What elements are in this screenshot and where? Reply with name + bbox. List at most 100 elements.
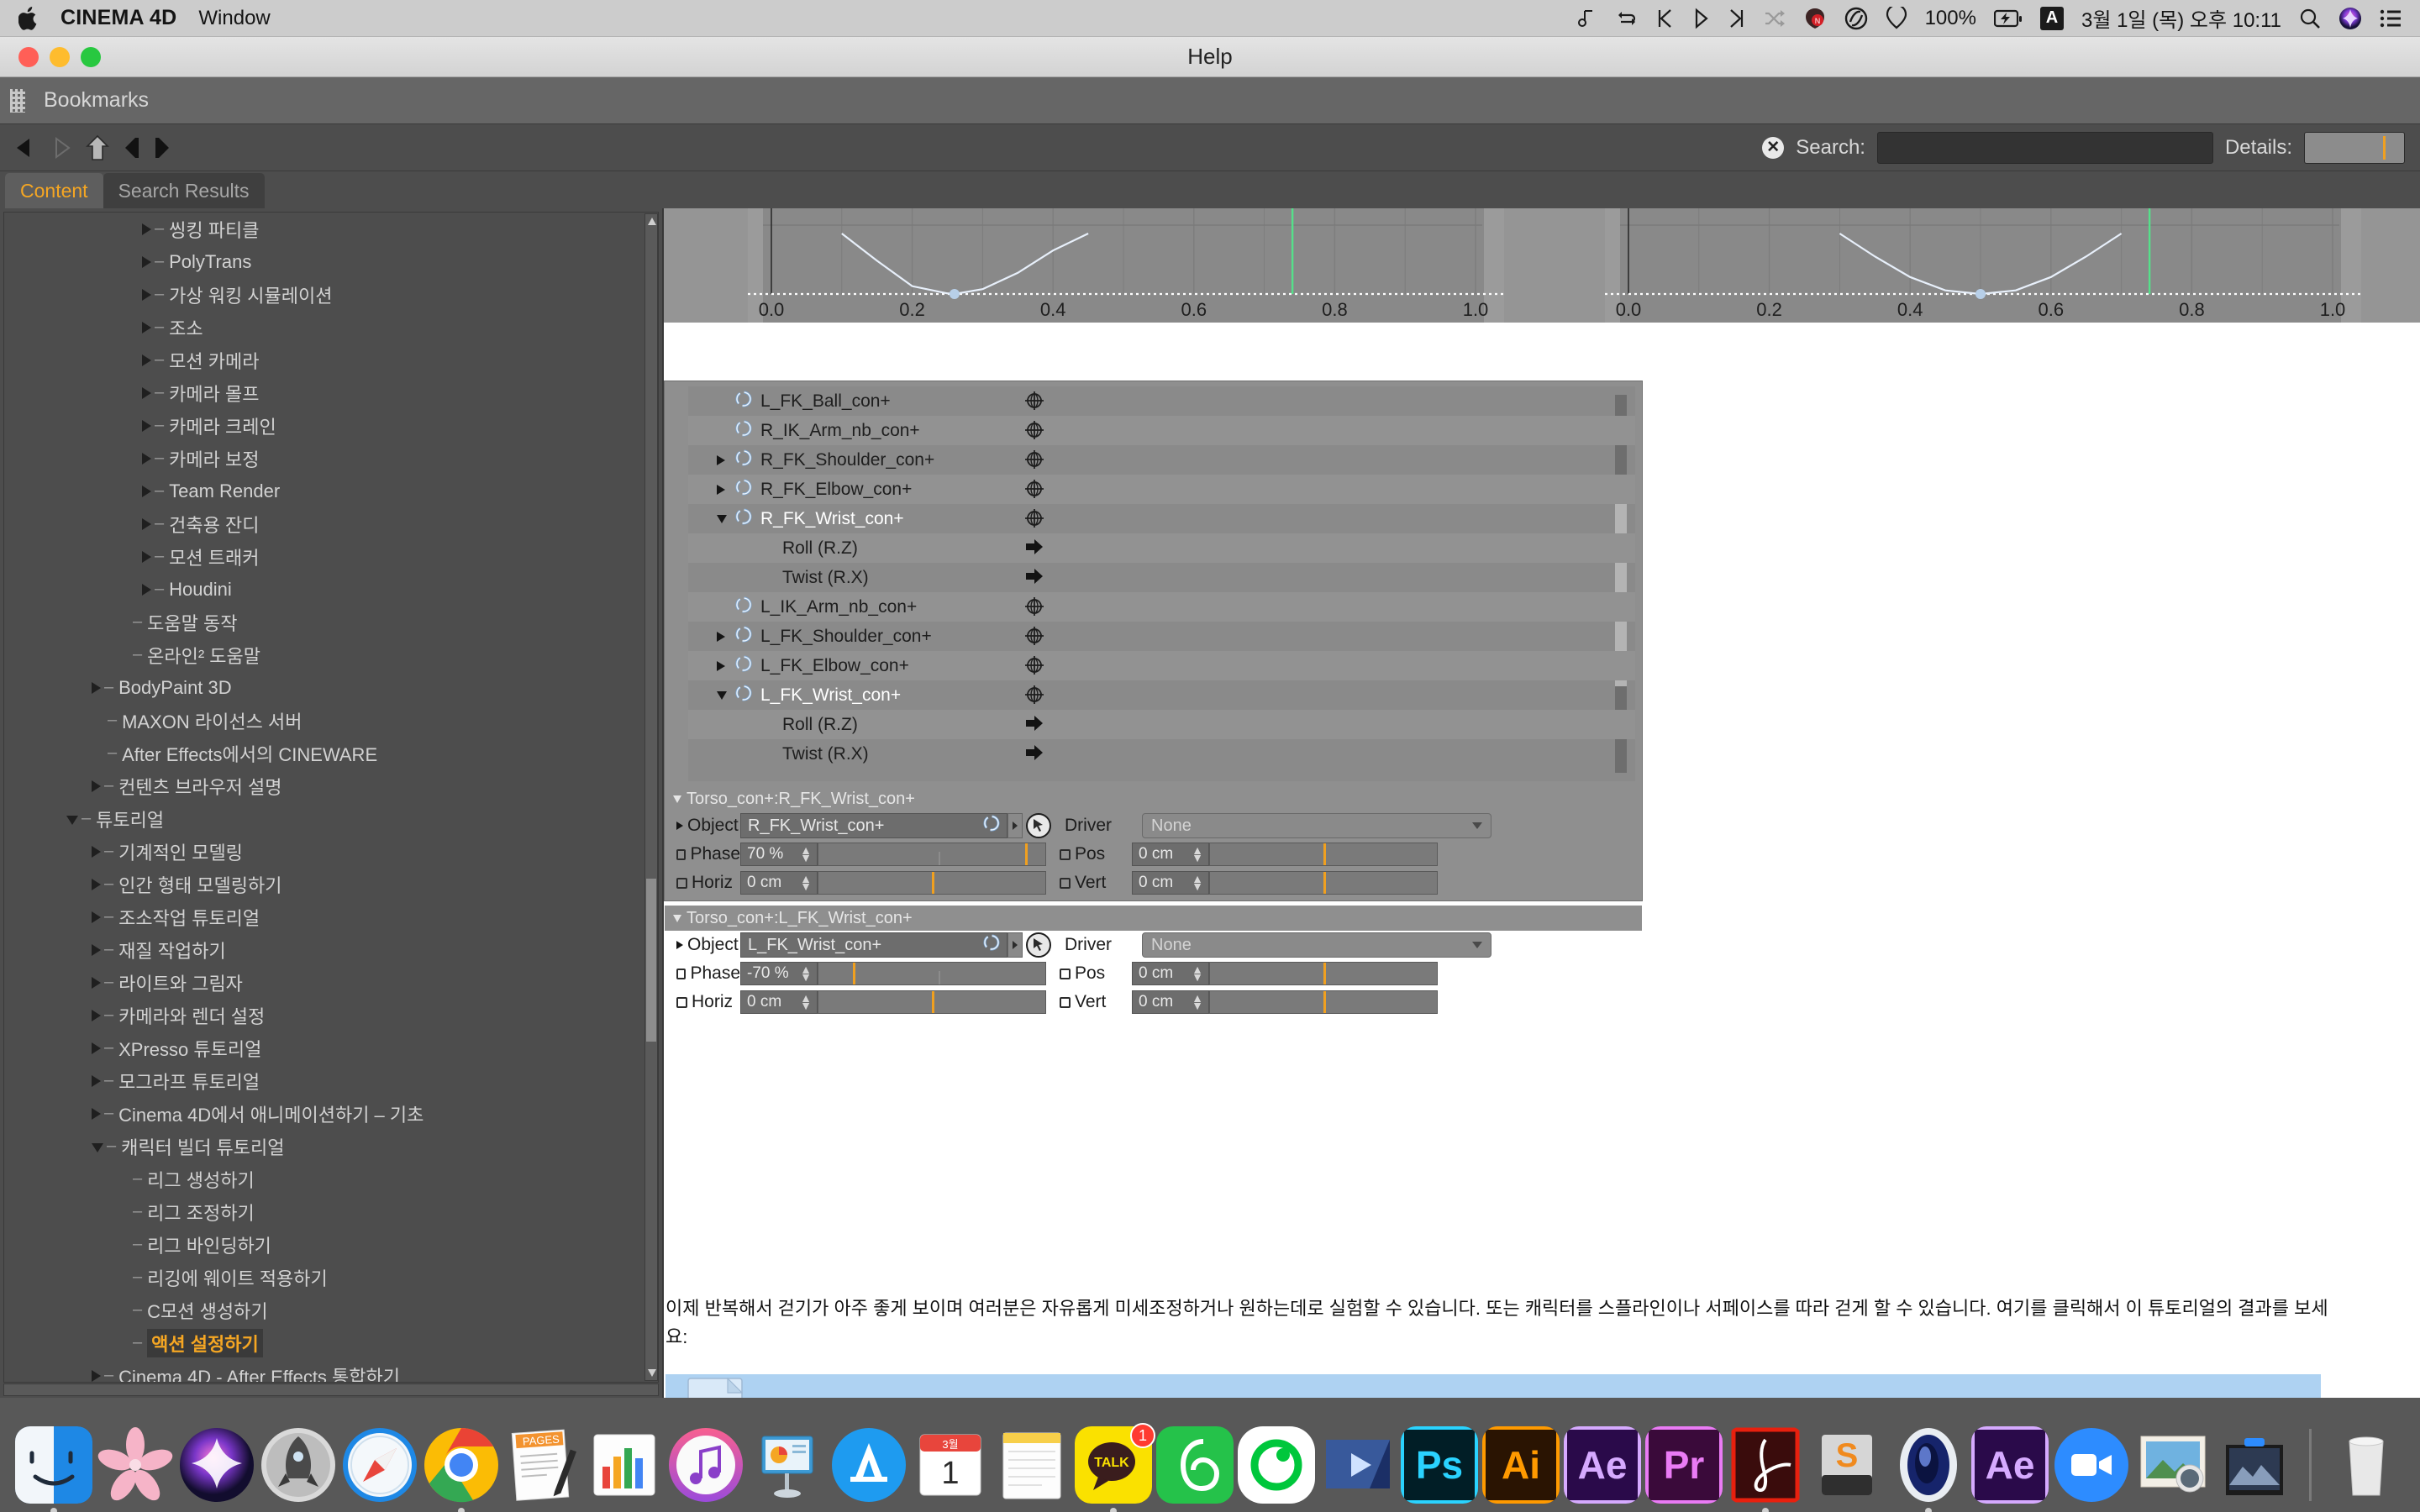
dock-item-safari[interactable] <box>341 1426 418 1504</box>
menubar-datetime[interactable]: 3월 1일 (목) 오후 10:11 <box>2081 3 2281 33</box>
sidebar-item-35[interactable]: – Cinema 4D - After Effects 통합하기 <box>4 1359 658 1382</box>
repeat-icon[interactable] <box>1616 8 1638 29</box>
vert-slider[interactable] <box>1209 990 1438 1014</box>
dock-item-illustrator[interactable]: Ai <box>1482 1426 1560 1504</box>
caret-right-icon[interactable] <box>92 1369 101 1382</box>
tab-content[interactable]: Content <box>5 173 103 208</box>
dock-item-premiere-pro[interactable]: Pr <box>1645 1426 1723 1504</box>
forward-arrow-icon[interactable] <box>49 135 74 160</box>
slider-handle[interactable] <box>1323 843 1326 865</box>
sidebar-item-19[interactable]: – 기계적인 모델링 <box>4 835 658 868</box>
dropbox-icon[interactable] <box>1886 6 1907 30</box>
apple-logo-icon[interactable] <box>18 6 39 30</box>
object-row-7[interactable]: L_IK_Arm_nb_con+ <box>688 592 1635 622</box>
caret-right-icon[interactable] <box>142 288 151 301</box>
skip-forward-icon[interactable] <box>1728 8 1746 29</box>
pick-object-button[interactable] <box>1026 932 1051 958</box>
axis-icon[interactable] <box>1024 626 1046 648</box>
sidebar-item-2[interactable]: – 가상 워킹 시뮬레이션 <box>4 278 658 311</box>
slider-handle[interactable] <box>932 991 934 1013</box>
object-row-4[interactable]: R_FK_Wrist_con+ <box>688 504 1635 533</box>
stepper-arrows-icon[interactable]: ▲ ▼ <box>1192 963 1203 983</box>
previous-page-icon[interactable] <box>121 135 141 160</box>
search-input[interactable] <box>1876 131 2213 164</box>
caret-right-icon[interactable] <box>92 943 101 956</box>
sidebar-item-11[interactable]: – Houdini <box>4 573 658 606</box>
sidebar-item-27[interactable]: – Cinema 4D에서 애니메이션하기 – 기초 <box>4 1097 658 1130</box>
dock-item-sakura-app[interactable] <box>97 1426 174 1504</box>
stepper-arrows-icon[interactable]: ▲ ▼ <box>800 844 812 864</box>
sidebar-item-14[interactable]: – BodyPaint 3D <box>4 671 658 704</box>
caret-right-icon[interactable] <box>92 1009 101 1021</box>
dock-item-trash[interactable] <box>2328 1426 2405 1504</box>
phase-slider[interactable] <box>818 962 1046 985</box>
horiz-slider[interactable] <box>818 871 1046 895</box>
dock-item-keynote[interactable] <box>749 1426 826 1504</box>
dock-item-finder[interactable] <box>15 1426 92 1512</box>
object-row-3[interactable]: R_FK_Elbow_con+ <box>688 475 1635 504</box>
notification-center-icon[interactable] <box>2380 9 2402 28</box>
object-row-0[interactable]: L_FK_Ball_con+ <box>688 386 1635 416</box>
drag-grip-icon[interactable] <box>10 88 25 113</box>
pos-slider[interactable] <box>1209 962 1438 985</box>
sidebar-item-26[interactable]: – 모그라프 튜토리얼 <box>4 1064 658 1097</box>
caret-right-icon[interactable] <box>142 550 151 563</box>
checkbox[interactable] <box>676 968 687 979</box>
sidebar-item-16[interactable]: – After Effects에서의 CINEWARE <box>4 737 658 769</box>
caret-right-icon[interactable] <box>717 631 734 642</box>
axis-icon[interactable] <box>1024 449 1046 471</box>
siri-icon[interactable] <box>2338 7 2362 30</box>
caret-down-icon[interactable] <box>673 914 681 922</box>
object-row-8[interactable]: L_FK_Shoulder_con+ <box>688 622 1635 651</box>
sidebar-item-32[interactable]: – 리깅에 웨이트 적용하기 <box>4 1261 658 1294</box>
dock-item-cinema-4d[interactable] <box>1890 1426 1967 1512</box>
caret-right-icon[interactable] <box>142 419 151 432</box>
input-source-badge[interactable]: A <box>2039 6 2064 30</box>
object-row-1[interactable]: R_IK_Arm_nb_con+ <box>688 416 1635 445</box>
play-icon[interactable] <box>1691 8 1710 29</box>
home-icon[interactable] <box>86 134 109 161</box>
object-row-9[interactable]: L_FK_Elbow_con+ <box>688 651 1635 680</box>
caret-right-icon[interactable] <box>92 681 101 694</box>
dock-item-band[interactable] <box>1156 1426 1234 1504</box>
checkbox[interactable] <box>676 996 687 1008</box>
checkbox[interactable] <box>1060 996 1071 1008</box>
menu-item-window[interactable]: Window <box>198 7 270 30</box>
caret-down-icon[interactable] <box>673 795 681 803</box>
caret-right-icon[interactable] <box>92 878 101 890</box>
stepper-arrows-icon[interactable]: ▲ ▼ <box>800 963 812 983</box>
arrow-icon[interactable] <box>1024 743 1046 765</box>
dock-item-photos[interactable] <box>2134 1426 2212 1504</box>
dock-item-downloads-stack[interactable] <box>2216 1426 2293 1504</box>
dock-item-siri[interactable] <box>178 1426 255 1504</box>
stepper-arrows-icon[interactable]: ▲ ▼ <box>800 992 812 1011</box>
c4d-file-icon[interactable] <box>687 1377 744 1398</box>
caret-right-icon[interactable] <box>142 354 151 366</box>
scrollbar-thumb[interactable] <box>646 879 656 1042</box>
sidebar-item-8[interactable]: – Team Render <box>4 475 658 507</box>
checkbox[interactable] <box>676 848 687 860</box>
dock-item-calendar[interactable]: 3월 1 <box>912 1426 989 1504</box>
caret-right-icon[interactable] <box>676 822 683 830</box>
stepper-arrows-icon[interactable]: ▲ ▼ <box>1192 844 1203 864</box>
caret-right-icon[interactable] <box>142 223 151 235</box>
object-row-10[interactable]: L_FK_Wrist_con+ <box>688 680 1635 710</box>
caret-right-icon[interactable] <box>92 1042 101 1054</box>
checkbox[interactable] <box>1060 877 1071 889</box>
sidebar-item-25[interactable]: – XPresso 튜토리얼 <box>4 1032 658 1064</box>
caret-right-icon[interactable] <box>92 845 101 858</box>
chevron-down-icon[interactable] <box>1472 942 1482 948</box>
driver-dropdown[interactable]: None <box>1142 813 1491 838</box>
sidebar-item-34[interactable]: – 액션 설정하기 <box>4 1326 658 1359</box>
sidebar-item-15[interactable]: – MAXON 라이선스 서버 <box>4 704 658 737</box>
caret-right-icon[interactable] <box>142 321 151 333</box>
shuffle-icon[interactable] <box>1764 8 1786 29</box>
slider-handle[interactable] <box>932 872 934 894</box>
caret-down-icon[interactable] <box>717 514 734 523</box>
sidebar-item-29[interactable]: – 리그 생성하기 <box>4 1163 658 1195</box>
caret-down-icon[interactable] <box>92 1142 103 1152</box>
nimbus-icon[interactable]: N <box>1803 7 1827 30</box>
caret-right-icon[interactable] <box>142 255 151 268</box>
sidebar-item-17[interactable]: – 컨텐츠 브라우저 설명 <box>4 769 658 802</box>
caret-right-icon[interactable] <box>142 386 151 399</box>
